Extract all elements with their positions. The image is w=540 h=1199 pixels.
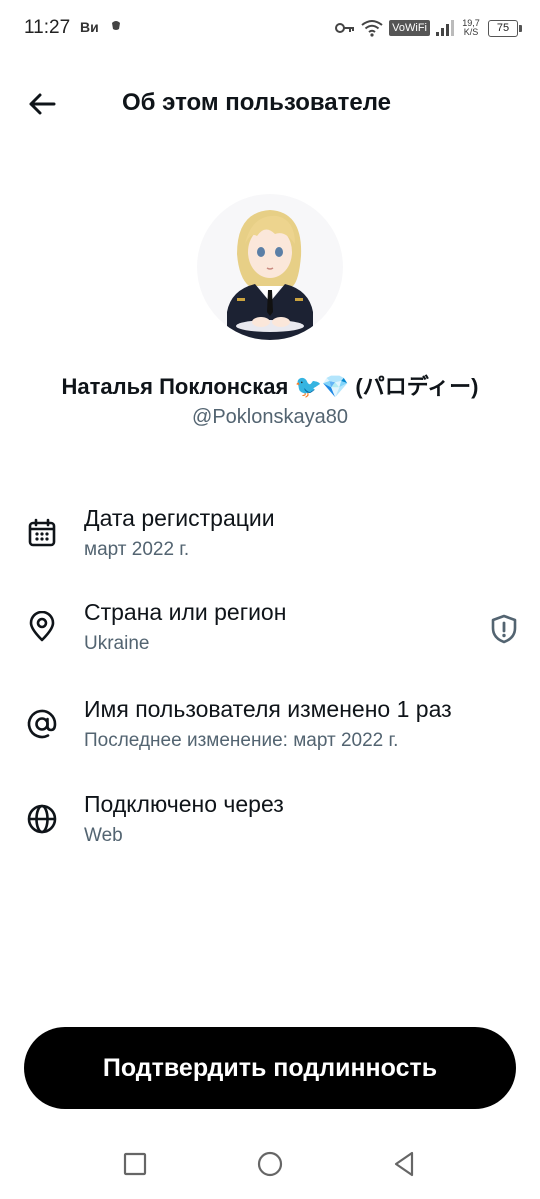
network-speed-unit: K/S — [463, 27, 479, 37]
shield-alert-icon[interactable] — [489, 614, 519, 644]
vowifi-badge: VoWiFi — [389, 20, 430, 36]
verify-authenticity-button[interactable]: Подтвердить подлинность — [24, 1027, 516, 1109]
info-row-subtitle: Web — [84, 825, 123, 846]
home-button[interactable] — [254, 1148, 286, 1180]
profile-display-name: Наталья Поклонская 🐦💎 (パロディー) — [61, 374, 479, 399]
wifi-icon — [361, 20, 383, 37]
profile-handle: @Poklonskaya80 — [192, 406, 348, 428]
square-icon — [123, 1152, 147, 1176]
avatar[interactable] — [197, 194, 343, 340]
info-row-subtitle: Ukraine — [84, 633, 150, 654]
info-row-registration-date: Дата регистрации март 2022 г. — [0, 503, 540, 579]
location-pin-icon — [29, 611, 55, 642]
calendar-icon — [28, 518, 56, 547]
status-carrier: Ви — [80, 19, 99, 35]
status-time: 11:27 — [24, 17, 71, 38]
status-indicators: VoWiFi 19,7 K/S 75 — [335, 15, 522, 41]
globe-icon — [27, 804, 57, 834]
navigation-bar — [0, 1140, 540, 1190]
triangle-back-icon — [394, 1151, 414, 1177]
back-nav-button[interactable] — [388, 1148, 420, 1180]
info-row-title: Страна или регион — [84, 599, 287, 625]
recent-apps-button[interactable] — [119, 1148, 151, 1180]
avatar-illustration — [197, 194, 343, 340]
info-row-country: Страна или регион Ukraine — [0, 597, 540, 673]
info-row-title: Имя пользователя изменено 1 раз — [84, 696, 452, 722]
network-speed: 19,7 K/S — [460, 19, 482, 37]
back-button[interactable] — [24, 86, 60, 122]
info-row-subtitle: Последнее изменение: март 2022 г. — [84, 730, 399, 751]
circle-icon — [257, 1151, 283, 1177]
info-row-username-changes: Имя пользователя изменено 1 раз Последне… — [0, 694, 540, 770]
status-bar: 11:27 Ви VoWiFi 19,7 K/S 75 — [0, 0, 540, 56]
notification-icon — [112, 21, 120, 30]
info-row-subtitle: март 2022 г. — [84, 539, 190, 560]
arrow-left-icon — [29, 93, 56, 115]
info-row-connected-via: Подключено через Web — [0, 789, 540, 865]
page-title: Об этом пользователе — [122, 89, 392, 116]
info-row-title: Подключено через — [84, 791, 284, 817]
key-icon — [335, 23, 355, 33]
battery-indicator: 75 — [488, 19, 522, 37]
signal-icon — [436, 20, 454, 36]
info-row-title: Дата регистрации — [84, 505, 275, 531]
at-sign-icon — [27, 709, 57, 739]
